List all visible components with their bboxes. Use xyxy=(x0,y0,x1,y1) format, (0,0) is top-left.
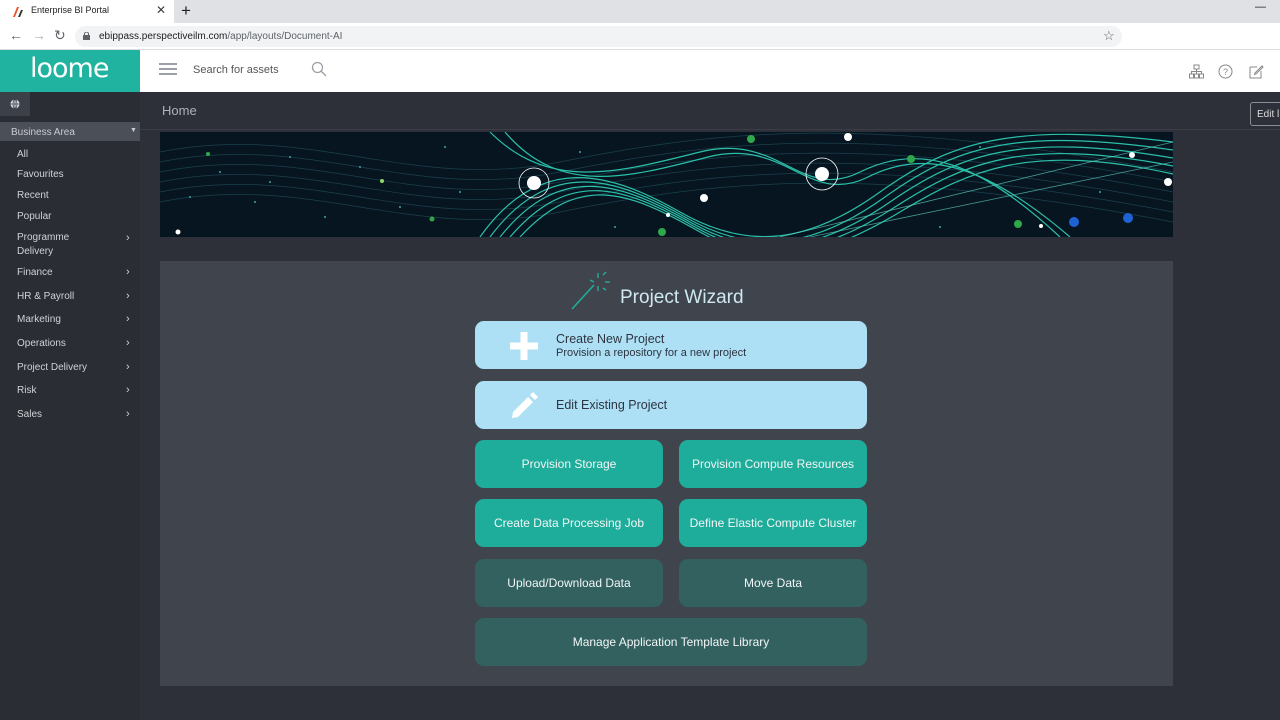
sidebar-item-operations[interactable]: Operations xyxy=(17,337,66,351)
help-icon[interactable]: ? xyxy=(1218,64,1233,79)
business-area-dropdown[interactable]: Business Area ▼ xyxy=(0,122,140,141)
upload-download-label: Upload/Download Data xyxy=(507,576,631,590)
bookmark-star-icon[interactable]: ☆ xyxy=(1103,28,1115,44)
divider xyxy=(140,129,1280,130)
edit-project-title: Edit Existing Project xyxy=(556,398,668,412)
browser-toolbar: ← → ↻ ebippass.perspectiveilm.com/app/la… xyxy=(0,23,1280,50)
edit-existing-project-button[interactable]: Edit Existing Project xyxy=(475,381,867,429)
chevron-right-icon[interactable]: › xyxy=(126,384,130,396)
chevron-right-icon[interactable]: › xyxy=(126,232,130,244)
move-data-label: Move Data xyxy=(743,576,803,590)
business-area-label: Business Area xyxy=(11,127,75,138)
globe-button[interactable] xyxy=(0,92,30,116)
edit-icon[interactable] xyxy=(1249,64,1264,79)
browser-tab-bar: Enterprise BI Portal ✕ + — xyxy=(0,0,1280,23)
plus-icon xyxy=(510,332,538,360)
pencil-icon xyxy=(512,392,538,418)
sidebar-item-popular[interactable]: Popular xyxy=(17,210,51,224)
logo-text: loome xyxy=(30,53,109,84)
wizard-title: Project Wizard xyxy=(620,287,744,308)
move-data-button[interactable]: Move Data xyxy=(679,559,867,607)
manage-library-label: Manage Application Template Library xyxy=(572,635,770,649)
sidebar-item-favourites[interactable]: Favourites xyxy=(17,168,64,182)
forward-arrow-icon[interactable]: → xyxy=(32,27,46,43)
breadcrumb[interactable]: Home xyxy=(162,103,197,118)
chevron-right-icon[interactable]: › xyxy=(126,337,130,349)
edit-page-label: Edit l xyxy=(1257,109,1280,120)
sidebar-item-finance[interactable]: Finance xyxy=(17,266,53,280)
create-new-project-button[interactable]: Create New Project Provision a repositor… xyxy=(475,321,867,369)
create-data-processing-job-button[interactable]: Create Data Processing Job xyxy=(475,499,663,547)
hero-banner-image xyxy=(160,132,1173,237)
chevron-right-icon[interactable]: › xyxy=(126,408,130,420)
define-cluster-label: Define Elastic Compute Cluster xyxy=(689,516,857,530)
provision-compute-button[interactable]: Provision Compute Resources xyxy=(679,440,867,488)
upload-download-data-button[interactable]: Upload/Download Data xyxy=(475,559,663,607)
sidebar-item-hr-payroll[interactable]: HR & Payroll xyxy=(17,290,74,304)
sidebar-item-label: Programme xyxy=(17,232,70,243)
search-icon[interactable] xyxy=(311,61,327,77)
sidebar-item-recent[interactable]: Recent xyxy=(17,189,49,203)
chevron-right-icon[interactable]: › xyxy=(126,266,130,278)
chevron-right-icon[interactable]: › xyxy=(126,313,130,325)
magic-wand-icon xyxy=(571,271,610,310)
reload-icon[interactable]: ↻ xyxy=(54,27,66,44)
provision-storage-label: Provision Storage xyxy=(521,457,617,471)
url-text: ebippass.perspectiveilm.com/app/layouts/… xyxy=(99,31,342,42)
back-arrow-icon[interactable]: ← xyxy=(9,27,23,43)
close-tab-icon[interactable]: ✕ xyxy=(156,3,166,17)
create-project-title: Create New Project xyxy=(556,332,665,346)
globe-icon xyxy=(10,99,20,109)
browser-tab[interactable]: Enterprise BI Portal ✕ xyxy=(0,0,174,23)
main-content: Home Edit l Project Wizard Create New Pr… xyxy=(140,92,1280,720)
app-header: loome Search for assets ? xyxy=(0,50,1280,92)
address-bar[interactable]: ebippass.perspectiveilm.com/app/layouts/… xyxy=(75,26,1122,47)
edit-page-button[interactable]: Edit l xyxy=(1250,102,1280,126)
manage-template-library-button[interactable]: Manage Application Template Library xyxy=(475,618,867,666)
create-project-subtitle: Provision a repository for a new project xyxy=(556,347,747,359)
sidebar-item-programme-delivery[interactable]: Programme Delivery xyxy=(17,231,69,259)
lock-icon xyxy=(83,32,90,40)
new-tab-button[interactable]: + xyxy=(181,1,191,21)
svg-text:?: ? xyxy=(1223,67,1228,77)
chevron-right-icon[interactable]: › xyxy=(126,290,130,302)
create-job-label: Create Data Processing Job xyxy=(493,516,645,530)
sidebar: Business Area ▼ All Favourites Recent Po… xyxy=(0,92,140,720)
sidebar-item-project-delivery[interactable]: Project Delivery xyxy=(17,361,87,375)
sidebar-item-all[interactable]: All xyxy=(17,148,28,162)
sidebar-item-label-line2: Delivery xyxy=(17,246,54,257)
url-path: /app/layouts/Document-AI xyxy=(227,31,343,42)
tab-title: Enterprise BI Portal xyxy=(31,5,110,15)
url-host: ebippass.perspectiveilm.com xyxy=(99,31,228,42)
provision-compute-label: Provision Compute Resources xyxy=(691,457,855,471)
chevron-right-icon[interactable]: › xyxy=(126,361,130,373)
sitemap-icon[interactable] xyxy=(1189,64,1204,79)
sidebar-item-risk[interactable]: Risk xyxy=(17,384,36,398)
caret-down-icon: ▼ xyxy=(130,127,137,134)
sidebar-item-sales[interactable]: Sales xyxy=(17,408,42,422)
favicon-icon xyxy=(12,6,24,18)
sidebar-item-marketing[interactable]: Marketing xyxy=(17,313,61,327)
define-elastic-cluster-button[interactable]: Define Elastic Compute Cluster xyxy=(679,499,867,547)
menu-icon[interactable] xyxy=(159,63,177,75)
search-input[interactable]: Search for assets xyxy=(193,64,279,76)
minimize-window-button[interactable]: — xyxy=(1255,1,1266,13)
logo[interactable]: loome xyxy=(0,50,140,92)
provision-storage-button[interactable]: Provision Storage xyxy=(475,440,663,488)
project-wizard-panel: Project Wizard Create New Project Provis… xyxy=(160,261,1173,686)
